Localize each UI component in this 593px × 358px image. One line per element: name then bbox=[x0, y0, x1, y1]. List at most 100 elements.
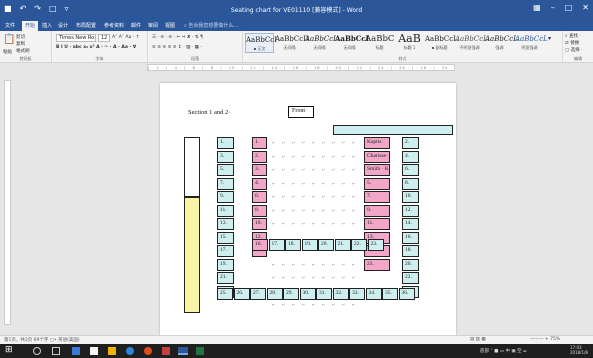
seat-cell[interactable]: 34. bbox=[365, 288, 382, 300]
excel-icon[interactable] bbox=[196, 347, 204, 355]
seat-cell[interactable]: 9. bbox=[364, 204, 390, 217]
app-icon-3[interactable] bbox=[162, 347, 170, 355]
seat-cell[interactable]: Kaptis· bbox=[364, 137, 390, 149]
seat-cell[interactable]: 17. bbox=[217, 245, 234, 257]
ribbon-display-options-icon[interactable]: ▦ bbox=[533, 3, 541, 12]
list-buttons[interactable]: ☰ · ≡ · ≡ · ⇐ ⇒ ✘ · ⇅ ¶ bbox=[152, 35, 203, 40]
seat-cell[interactable]: 8. bbox=[252, 204, 267, 217]
seat-cell[interactable]: 6. bbox=[252, 191, 267, 203]
seat-cell[interactable]: 33. bbox=[349, 288, 365, 300]
seat-cell[interactable]: Smith · Kambi· bbox=[364, 164, 390, 176]
seat-cell[interactable]: 28. bbox=[266, 288, 283, 300]
seat-cell[interactable]: 21. bbox=[217, 272, 234, 284]
align-buttons[interactable]: ≡ ≡ ≡ ≡ ≡ ↕ · ▨ · ▦ · bbox=[152, 45, 202, 50]
seat-cell[interactable]: 10. bbox=[402, 191, 419, 203]
seat-cell[interactable]: 1. bbox=[217, 137, 234, 149]
font-size-tools[interactable]: A˄ A˅ Aa · ↑ bbox=[112, 35, 139, 40]
seat-cell[interactable]: 7. bbox=[217, 177, 234, 190]
font-size-select[interactable]: 12 bbox=[98, 34, 110, 42]
seat-cell[interactable]: 2. bbox=[252, 150, 267, 163]
status-info[interactable]: 第1页，共2页 69个字 □• 英语(美国) bbox=[4, 337, 80, 343]
tab-file[interactable]: 文件 bbox=[5, 22, 15, 29]
seat-cell[interactable]: 22. bbox=[402, 272, 419, 284]
seat-cell[interactable]: 17. bbox=[268, 239, 285, 251]
font-name-select[interactable]: Times New Ro bbox=[56, 34, 96, 42]
style-intense-emphasis[interactable]: AaBbCcL 明显强调 bbox=[515, 33, 548, 53]
seat-cell[interactable]: 22. bbox=[351, 239, 367, 251]
system-tray[interactable]: 底部 ˄ ■ ▭ 中 ▣ 空 ⌓ bbox=[480, 348, 527, 354]
styles-more-icon[interactable]: ▾ bbox=[548, 35, 551, 42]
seat-cell[interactable]: 31. bbox=[316, 288, 332, 300]
maximize-button[interactable]: □ bbox=[565, 3, 573, 12]
horizontal-ruler[interactable]: | · 2 · | · 4 · | · 6 · | · 8 · | · 10 ·… bbox=[0, 63, 593, 72]
seat-cell[interactable]: 2. bbox=[402, 137, 419, 149]
seat-cell[interactable]: 21. bbox=[334, 239, 351, 251]
task-view-icon[interactable] bbox=[52, 347, 60, 355]
seat-cell[interactable]: 20. bbox=[402, 258, 419, 271]
seat-cell[interactable]: 13. bbox=[217, 218, 234, 230]
style-no-spacing-2[interactable]: AaBbCcL 无间隔 bbox=[305, 33, 338, 53]
tab-references[interactable]: 参考资料 bbox=[104, 22, 124, 29]
copy-button[interactable]: 复制 bbox=[16, 41, 25, 47]
zoom-slider[interactable]: ——— + 75% bbox=[530, 337, 560, 342]
seat-cell[interactable]: 16. bbox=[402, 231, 419, 244]
seat-cell[interactable]: 35. bbox=[382, 288, 398, 300]
view-buttons[interactable]: ▤ ▥ ▦ bbox=[470, 337, 486, 342]
replace-button[interactable]: ⇄ 替换 bbox=[565, 40, 579, 46]
seat-cell[interactable]: 16. bbox=[252, 239, 268, 251]
cut-button[interactable]: 剪切 bbox=[16, 34, 25, 40]
seat-cell[interactable]: 30. bbox=[299, 288, 316, 300]
tab-review[interactable]: 审阅 bbox=[148, 22, 158, 29]
seat-cell[interactable]: 9. bbox=[217, 191, 234, 203]
seat-cell[interactable]: 14. bbox=[402, 218, 419, 230]
seat-cell[interactable]: 32. bbox=[332, 288, 349, 300]
seat-cell[interactable]: 4. bbox=[402, 150, 419, 163]
seat-cell[interactable]: 12. bbox=[402, 204, 419, 217]
tab-mailings[interactable]: 邮件 bbox=[131, 22, 141, 29]
style-no-spacing[interactable]: AaBbCcD 无间隔 bbox=[275, 33, 309, 53]
style-subtitle[interactable]: AaBbCcL ▪ 副标题 bbox=[425, 33, 458, 53]
seat-cell[interactable]: 23. bbox=[367, 239, 384, 251]
seat-cell[interactable]: 29. bbox=[283, 288, 299, 300]
seat-cell[interactable]: 23. bbox=[364, 258, 390, 271]
seat-cell[interactable]: 8. bbox=[402, 177, 419, 190]
start-button[interactable]: ⊞ bbox=[5, 345, 13, 355]
font-format-buttons[interactable]: B I U · abc x₂ x² A · ✑ · A · Aa · ∀ bbox=[56, 45, 136, 50]
seat-cell[interactable]: Charisse· bbox=[364, 150, 390, 163]
seat-cell[interactable]: 26. bbox=[233, 288, 250, 300]
style-normal[interactable]: AaBbCcI ▪ 正文 bbox=[245, 33, 277, 53]
style-title[interactable]: AaBbC 标题 bbox=[365, 33, 394, 53]
seat-cell[interactable]: 10. bbox=[252, 218, 267, 230]
edge-icon[interactable] bbox=[126, 347, 134, 355]
seat-cell[interactable]: 6. bbox=[402, 164, 419, 176]
seat-cell[interactable]: 4. bbox=[252, 177, 267, 190]
seat-cell[interactable]: 18. bbox=[402, 245, 419, 257]
tab-insert[interactable]: 插入 bbox=[42, 22, 52, 29]
tab-layout[interactable]: 布局配置 bbox=[76, 22, 96, 29]
tab-home[interactable]: 开始 bbox=[22, 21, 39, 31]
seat-cell[interactable]: 19. bbox=[217, 258, 234, 271]
seat-cell[interactable]: 3. bbox=[252, 164, 267, 176]
style-subtle-emphasis[interactable]: AaBbCcL 不明显强调 bbox=[455, 33, 488, 53]
seat-cell[interactable]: 36. bbox=[398, 288, 415, 300]
style-no-spacing-3[interactable]: AaBbCcI 无间隔 bbox=[335, 33, 369, 53]
seat-cell[interactable]: 11. bbox=[364, 218, 390, 230]
paste-button[interactable]: 粘贴 bbox=[3, 49, 12, 55]
seat-cell[interactable]: 5. bbox=[364, 177, 390, 190]
chrome-icon[interactable] bbox=[144, 347, 152, 355]
seat-cell[interactable]: 3. bbox=[217, 150, 234, 163]
seat-cell[interactable]: 7. bbox=[364, 191, 390, 203]
minimize-button[interactable]: – bbox=[551, 3, 555, 12]
seat-cell[interactable]: 19. bbox=[301, 239, 318, 251]
clock[interactable]: 17:03 2018/1/8 bbox=[570, 345, 588, 355]
vertical-ruler[interactable] bbox=[4, 80, 11, 325]
seat-cell[interactable]: 20. bbox=[318, 239, 334, 251]
select-button[interactable]: ▢ 选择 · bbox=[565, 47, 583, 53]
seat-cell[interactable]: 1. bbox=[252, 137, 267, 149]
style-heading-1[interactable]: AaB 标题 1 bbox=[395, 33, 424, 53]
search-icon[interactable] bbox=[33, 347, 41, 355]
seat-cell[interactable]: 27. bbox=[250, 288, 266, 300]
file-explorer-icon[interactable] bbox=[108, 347, 116, 355]
close-button[interactable]: ✕ bbox=[582, 3, 589, 12]
seat-cell[interactable]: 15. bbox=[217, 231, 234, 244]
